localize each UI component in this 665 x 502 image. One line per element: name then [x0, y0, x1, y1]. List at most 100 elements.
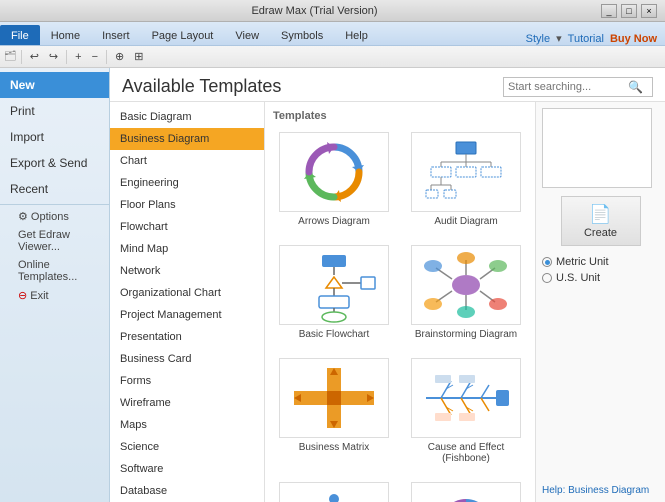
zoom-in-button[interactable]: + [71, 50, 85, 64]
tutorial-link[interactable]: Tutorial [568, 33, 604, 45]
category-basic-diagram[interactable]: Basic Diagram [110, 106, 264, 128]
template-thumb-flowchart [279, 245, 389, 325]
category-list: Basic Diagram Business Diagram Chart Eng… [110, 102, 265, 502]
tool-btn-1[interactable]: ⊕ [111, 49, 128, 64]
style-link[interactable]: Style [526, 33, 550, 45]
template-brainstorming[interactable]: Brainstorming Diagram [405, 241, 527, 344]
category-science[interactable]: Science [110, 436, 264, 458]
template-name-arrows: Arrows Diagram [298, 216, 370, 227]
zoom-out-button[interactable]: − [88, 50, 102, 64]
category-wireframe[interactable]: Wireframe [110, 392, 264, 414]
sidebar-item-options[interactable]: ⚙ Options [0, 207, 109, 226]
radio-group: Metric Unit U.S. Unit [542, 256, 659, 288]
category-business-diagram[interactable]: Business Diagram [110, 128, 264, 150]
sidebar-item-exit[interactable]: ⊖ Exit [0, 286, 109, 305]
templates-label: Templates [273, 110, 527, 122]
category-flowchart[interactable]: Flowchart [110, 216, 264, 238]
sidebar: New Print Import Export & Send Recent ⚙ … [0, 68, 110, 502]
tab-insert[interactable]: Insert [91, 25, 141, 45]
radio-metric-circle [542, 257, 552, 267]
tab-home[interactable]: Home [40, 25, 91, 45]
sidebar-item-online-templates[interactable]: Online Templates... [0, 256, 109, 286]
template-name-brainstorming: Brainstorming Diagram [415, 329, 517, 340]
category-network[interactable]: Network [110, 260, 264, 282]
sidebar-item-export[interactable]: Export & Send [0, 150, 109, 176]
radio-us[interactable]: U.S. Unit [542, 272, 659, 284]
sidebar-item-import[interactable]: Import [0, 124, 109, 150]
category-database[interactable]: Database [110, 480, 264, 502]
template-arrows-diagram[interactable]: Arrows Diagram [273, 128, 395, 231]
template-thumb-matrix [279, 358, 389, 438]
radio-metric-dot [545, 260, 550, 265]
template-name-matrix: Business Matrix [299, 442, 370, 453]
page-title: Available Templates [122, 76, 281, 97]
template-thumb-network [279, 482, 389, 502]
templates-layout: Basic Diagram Business Diagram Chart Eng… [110, 102, 665, 502]
template-grid-container: Arrows Diagram [273, 128, 527, 502]
tool-btn-2[interactable]: ⊞ [130, 49, 147, 64]
tab-view[interactable]: View [224, 25, 270, 45]
close-button[interactable]: × [641, 4, 657, 18]
category-business-card[interactable]: Business Card [110, 348, 264, 370]
toolbar: 🗂 ↩ ↪ + − ⊕ ⊞ [0, 46, 665, 68]
tab-file[interactable]: File [0, 25, 40, 45]
tab-help[interactable]: Help [334, 25, 379, 45]
category-forms[interactable]: Forms [110, 370, 264, 392]
template-thumb-fishbone [411, 358, 521, 438]
category-mind-map[interactable]: Mind Map [110, 238, 264, 260]
sidebar-item-edraw-viewer[interactable]: Get Edraw Viewer... [0, 226, 109, 256]
category-maps[interactable]: Maps [110, 414, 264, 436]
radio-metric-label: Metric Unit [556, 256, 609, 268]
window-title: Edraw Max (Trial Version) [28, 5, 601, 17]
search-input[interactable] [508, 81, 628, 93]
buy-now-link[interactable]: Buy Now [610, 33, 657, 45]
template-basic-flowchart[interactable]: Basic Flowchart [273, 241, 395, 344]
redo-button[interactable]: ↪ [45, 49, 62, 64]
create-label: Create [584, 227, 617, 239]
category-project-mgmt[interactable]: Project Management [110, 304, 264, 326]
category-org-chart[interactable]: Organizational Chart [110, 282, 264, 304]
help-link[interactable]: Help: Business Diagram [542, 485, 659, 496]
ribbon-tabs: File Home Insert Page Layout View Symbol… [0, 22, 665, 46]
templates-grid: Templates [265, 102, 535, 502]
radio-metric[interactable]: Metric Unit [542, 256, 659, 268]
template-name-audit: Audit Diagram [434, 216, 497, 227]
template-fishbone[interactable]: Cause and Effect (Fishbone) [405, 354, 527, 468]
category-floor-plans[interactable]: Floor Plans [110, 194, 264, 216]
template-business-matrix[interactable]: Business Matrix [273, 354, 395, 468]
create-icon: 📄 [589, 204, 611, 225]
maximize-button[interactable]: □ [621, 4, 637, 18]
title-bar: Edraw Max (Trial Version) _ □ × [0, 0, 665, 22]
right-panel: 📄 Create Metric Unit U.S. Unit [535, 102, 665, 502]
preview-box [542, 108, 652, 188]
exit-icon: ⊖ [18, 290, 30, 302]
category-presentation[interactable]: Presentation [110, 326, 264, 348]
sidebar-item-new[interactable]: New [0, 72, 109, 98]
search-icon: 🔍 [628, 80, 643, 94]
tab-page-layout[interactable]: Page Layout [141, 25, 225, 45]
template-name-flowchart: Basic Flowchart [299, 329, 370, 340]
ribbon-right: Style ▾ Tutorial Buy Now [526, 32, 665, 45]
tab-symbols[interactable]: Symbols [270, 25, 334, 45]
create-button[interactable]: 📄 Create [561, 196, 641, 246]
category-engineering[interactable]: Engineering [110, 172, 264, 194]
template-name-fishbone: Cause and Effect (Fishbone) [409, 442, 523, 464]
sidebar-item-print[interactable]: Print [0, 98, 109, 124]
template-thumb-arrows [279, 132, 389, 212]
template-network[interactable]: Network Diagram [273, 478, 395, 502]
sidebar-item-recent[interactable]: Recent [0, 176, 109, 202]
category-chart[interactable]: Chart [110, 150, 264, 172]
template-thumb-pie [411, 482, 521, 502]
template-pie[interactable]: Pie Chart [405, 478, 527, 502]
minimize-button[interactable]: _ [601, 4, 617, 18]
window-controls[interactable]: _ □ × [601, 4, 657, 18]
main-container: New Print Import Export & Send Recent ⚙ … [0, 68, 665, 502]
search-box[interactable]: 🔍 [503, 77, 653, 97]
undo-button[interactable]: ↩ [26, 49, 43, 64]
category-software[interactable]: Software [110, 458, 264, 480]
radio-us-circle [542, 273, 552, 283]
template-audit-diagram[interactable]: Audit Diagram [405, 128, 527, 231]
content-area: Available Templates 🔍 Basic Diagram Busi… [110, 68, 665, 502]
radio-us-label: U.S. Unit [556, 272, 600, 284]
template-thumb-brainstorming [411, 245, 521, 325]
